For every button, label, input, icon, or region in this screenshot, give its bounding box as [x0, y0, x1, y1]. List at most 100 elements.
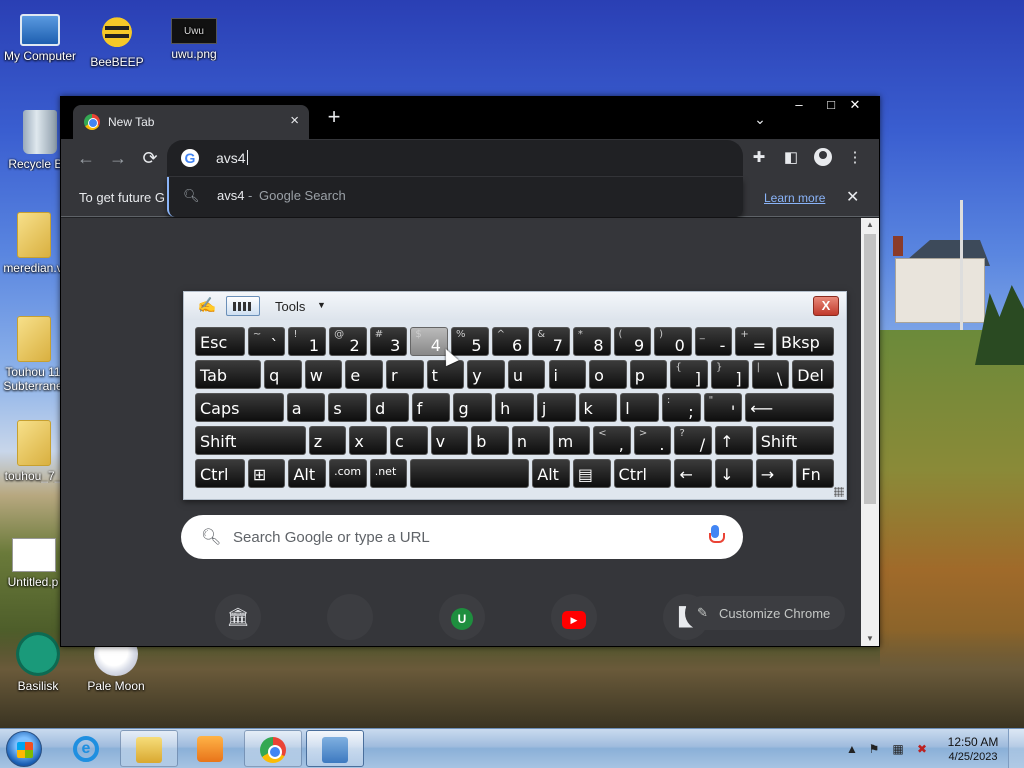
osk-key[interactable]: p	[629, 360, 668, 389]
osk-key[interactable]: ↑	[715, 426, 753, 455]
address-bar-text[interactable]: avs4	[216, 150, 248, 166]
osk-key[interactable]: ⊞	[247, 459, 286, 488]
osk-key[interactable]: Bksp	[776, 327, 834, 356]
address-bar[interactable]: G avs4	[167, 140, 743, 176]
osk-key[interactable]: | \	[751, 360, 790, 389]
osk-key[interactable]: % 5	[450, 327, 489, 356]
osk-key[interactable]: + =	[735, 327, 774, 356]
taskbar-internet-explorer[interactable]: e	[58, 730, 116, 767]
osk-key[interactable]: j	[536, 393, 576, 422]
osk-key[interactable]: w	[304, 360, 343, 389]
shortcut-u[interactable]: U	[439, 594, 485, 640]
osk-key[interactable]: i	[548, 360, 587, 389]
puzzle-icon[interactable]: ✚	[749, 148, 769, 168]
osk-key[interactable]: Esc	[195, 327, 245, 356]
customize-chrome-button[interactable]: ✎ Customize Chrome	[685, 596, 845, 630]
osk-key[interactable]: a	[286, 393, 326, 422]
osk-key[interactable]: d	[370, 393, 409, 422]
osk-key[interactable]: (9	[613, 327, 652, 356]
osk-key[interactable]: >.	[633, 426, 672, 455]
osk-key[interactable]: @2	[329, 327, 367, 356]
osk-key[interactable]: e	[345, 360, 383, 389]
osk-key[interactable]: <,	[593, 426, 631, 455]
scroll-down-arrow-icon[interactable]: ▼	[861, 632, 879, 646]
taskbar-media-player[interactable]	[182, 730, 240, 767]
osk-key[interactable]: Alt	[288, 459, 327, 488]
shortcut-museum[interactable]: 🏛	[215, 594, 261, 640]
osk-key[interactable]: ! 1	[288, 327, 327, 356]
shortcut-blank[interactable]	[327, 594, 373, 640]
forward-button[interactable]: →	[107, 147, 129, 169]
learn-more-link[interactable]: Learn more	[764, 191, 825, 205]
desktop-icon-beebeep[interactable]: BeeBEEP	[77, 8, 157, 69]
microphone-icon[interactable]	[709, 525, 725, 547]
osk-key[interactable]: u	[507, 360, 546, 389]
network-icon[interactable]: ▦	[890, 741, 906, 757]
infobar-close-button[interactable]: ✕	[846, 187, 859, 207]
menu-icon[interactable]: ⋮	[845, 148, 865, 168]
ntp-search-placeholder[interactable]: Search Google or type a URL	[233, 529, 430, 546]
new-tab-button[interactable]: +	[324, 106, 344, 128]
osk-key[interactable]: x	[349, 426, 388, 455]
osk-key[interactable]: Alt	[532, 459, 570, 488]
osk-key[interactable]: r	[385, 360, 424, 389]
osk-key[interactable]: Ctrl	[195, 459, 245, 488]
osk-key[interactable]: k	[578, 393, 618, 422]
desktop-icon-my-computer[interactable]: My Computer	[0, 8, 80, 63]
osk-key[interactable]: ) 0	[654, 327, 692, 356]
page-scrollbar[interactable]: ▲ ▼	[861, 218, 879, 646]
osk-key[interactable]: m	[552, 426, 591, 455]
tab-close-button[interactable]: ×	[290, 112, 299, 129]
osk-key[interactable]: ↓	[715, 459, 753, 488]
osk-key[interactable]: z	[308, 426, 347, 455]
start-button[interactable]	[6, 731, 42, 767]
osk-key[interactable]: f	[411, 393, 451, 422]
tab-new-tab[interactable]: New Tab ×	[73, 105, 309, 139]
osk-key[interactable]: _ -	[694, 327, 733, 356]
osk-key[interactable]: Fn	[796, 459, 834, 488]
osk-key[interactable]: q	[264, 360, 302, 389]
osk-key[interactable]: Tab	[195, 360, 262, 389]
handwriting-pen-icon[interactable]: ✍	[194, 296, 220, 316]
osk-tools-menu[interactable]: Tools	[275, 299, 305, 314]
osk-key[interactable]: Ctrl	[613, 459, 672, 488]
taskbar-file-explorer[interactable]	[120, 730, 178, 767]
show-desktop-button[interactable]	[1008, 729, 1024, 768]
close-window-button[interactable]: ✕	[839, 97, 871, 115]
osk-key[interactable]: o	[589, 360, 627, 389]
osk-key[interactable]: }]	[711, 360, 749, 389]
taskbar-chrome[interactable]	[244, 730, 302, 767]
osk-key[interactable]: g	[453, 393, 493, 422]
osk-key[interactable]: #3	[369, 327, 408, 356]
osk-key[interactable]: ~ `	[247, 327, 286, 356]
osk-key[interactable]: & 7	[532, 327, 570, 356]
osk-key[interactable]: Del	[792, 360, 834, 389]
clock-time[interactable]: 12:50 AM	[946, 735, 1000, 749]
omnibox-suggestion[interactable]: 🔍︎ avs4 - Google Search	[167, 177, 743, 217]
osk-key[interactable]: .com	[329, 459, 367, 488]
taskbar-on-screen-keyboard[interactable]	[306, 730, 364, 767]
chevron-down-icon[interactable]: ▼	[317, 300, 326, 310]
clock-date[interactable]: 4/25/2023	[946, 751, 1000, 763]
profile-icon[interactable]	[813, 148, 833, 168]
osk-key[interactable]: Caps	[195, 393, 284, 422]
side-panel-icon[interactable]: ◧	[781, 148, 801, 168]
osk-key[interactable]: " '	[703, 393, 743, 422]
resize-grip-icon[interactable]	[834, 487, 844, 497]
action-center-flag-icon[interactable]: ⚑	[866, 741, 882, 757]
desktop-icon-uwu-png[interactable]: Uwu uwu.png	[154, 8, 234, 61]
keyboard-icon[interactable]	[226, 296, 260, 316]
reload-button[interactable]: ⟳	[139, 147, 161, 169]
osk-key[interactable]: l	[620, 393, 659, 422]
osk-key[interactable]: Shift	[195, 426, 306, 455]
tab-search-button[interactable]: ⌄	[751, 111, 769, 129]
shortcut-youtube[interactable]: ▶	[551, 594, 597, 640]
scroll-thumb[interactable]	[864, 234, 876, 504]
osk-key[interactable]: * 8	[572, 327, 611, 356]
scroll-up-arrow-icon[interactable]: ▲	[861, 218, 879, 232]
osk-key[interactable]: c	[390, 426, 428, 455]
volume-muted-icon[interactable]: ✖	[914, 741, 930, 757]
osk-key[interactable]: y	[467, 360, 505, 389]
osk-key[interactable]: v	[430, 426, 469, 455]
osk-key[interactable]: ⟵	[745, 393, 834, 422]
